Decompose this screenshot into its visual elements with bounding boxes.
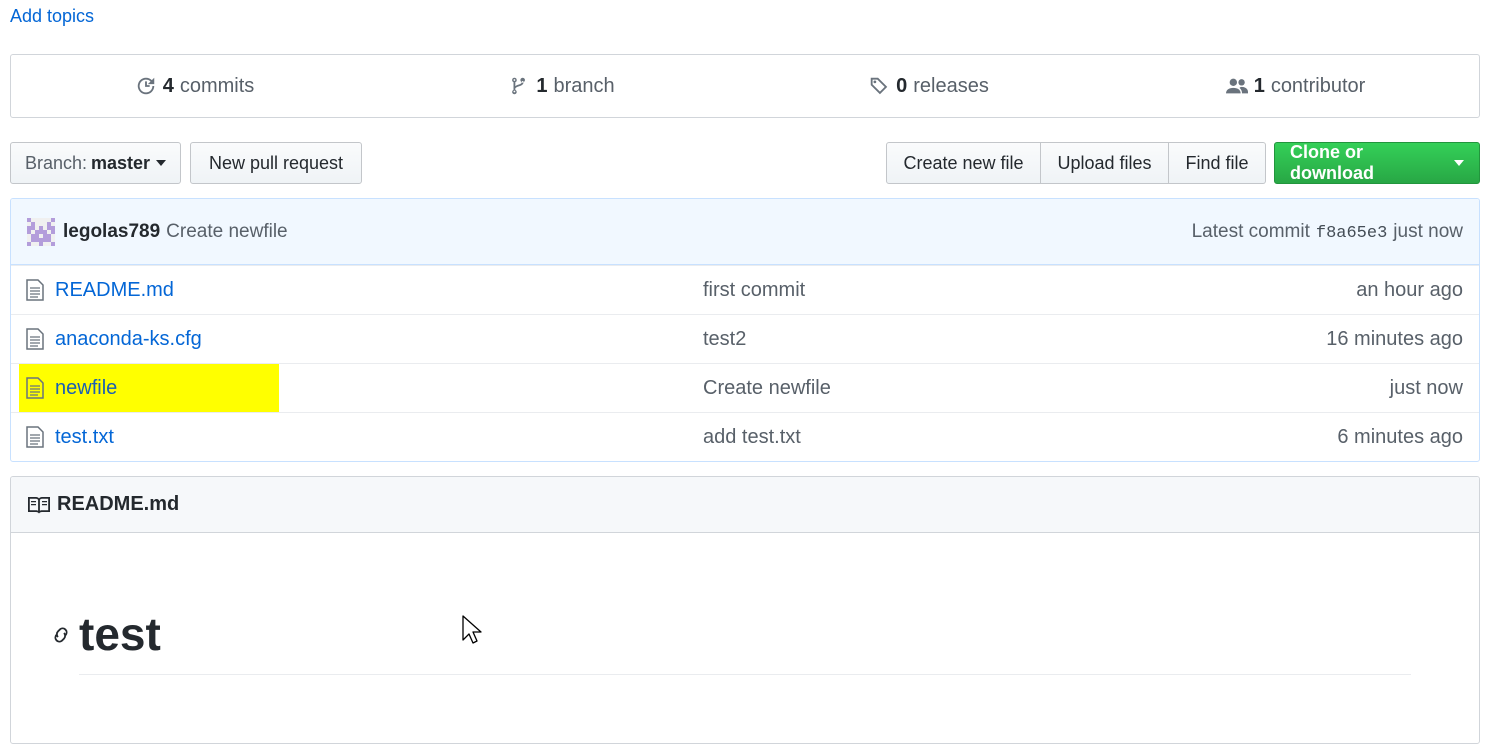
branches-label: branch: [553, 74, 615, 97]
mouse-cursor-icon: [462, 615, 482, 644]
file-age: 16 minutes ago: [1326, 327, 1463, 350]
table-row: test.txt add test.txt 6 minutes ago: [11, 412, 1479, 461]
caret-down-icon: [156, 160, 167, 166]
branch-prefix: Branch:: [24, 152, 87, 173]
file-name-cell: README.md: [19, 266, 279, 314]
commit-sha-link[interactable]: f8a65e3: [1316, 224, 1387, 243]
file-name-cell: test.txt: [19, 413, 279, 461]
branches-stat[interactable]: 1 branch: [378, 55, 745, 117]
releases-count: 0: [896, 74, 908, 97]
releases-stat[interactable]: 0 releases: [745, 55, 1112, 117]
file-age: an hour ago: [1356, 278, 1463, 301]
avatar[interactable]: [27, 217, 55, 246]
book-icon: [28, 496, 50, 513]
latest-commit-time: just now: [1393, 220, 1463, 242]
readme-body: test: [11, 533, 1479, 743]
table-row: anaconda-ks.cfg test2 16 minutes ago: [11, 314, 1479, 363]
new-pull-request-button[interactable]: New pull request: [190, 142, 362, 184]
clone-label: Clone or download: [1290, 142, 1374, 183]
table-row: README.md first commit an hour ago: [11, 265, 1479, 314]
latest-commit-info: Latest commit f8a65e3 just now: [1192, 221, 1463, 243]
commits-count: 4: [162, 74, 174, 97]
heading-divider: [79, 674, 1411, 675]
commit-message-link[interactable]: Create newfile: [166, 221, 287, 243]
file-actions-group: Create new file Upload files Find file: [886, 142, 1266, 184]
repo-summary-bar: 4 commits 1 branch 0 releases 1 contribu…: [10, 54, 1480, 118]
readme-title: README.md: [57, 493, 180, 515]
readme-heading: test: [79, 608, 161, 660]
branch-select-button[interactable]: Branch: master: [10, 142, 181, 184]
contributors-count: 1: [1253, 74, 1265, 97]
commits-label: commits: [179, 74, 255, 97]
branch-name: master: [91, 152, 151, 173]
readme-panel: README.md test: [10, 476, 1480, 744]
file-link[interactable]: README.md: [55, 279, 174, 302]
file-link[interactable]: anaconda-ks.cfg: [55, 328, 202, 351]
file-icon: [26, 328, 44, 350]
file-icon: [26, 426, 44, 448]
git-branch-icon: [512, 77, 526, 95]
file-commit-message[interactable]: test2: [703, 328, 746, 351]
file-link[interactable]: test.txt: [55, 426, 114, 449]
tag-icon: [870, 77, 888, 95]
add-topics-link[interactable]: Add topics: [10, 6, 94, 27]
file-table: legolas789 Create newfile Latest commit …: [10, 198, 1480, 462]
upload-files-button[interactable]: Upload files: [1041, 142, 1169, 184]
file-name-cell: anaconda-ks.cfg: [19, 315, 279, 363]
releases-label: releases: [913, 74, 989, 97]
readme-header: README.md: [11, 477, 1479, 533]
contributors-stat[interactable]: 1 contributor: [1112, 55, 1479, 117]
contributors-label: contributor: [1270, 74, 1366, 97]
file-name-cell-highlighted: newfile: [19, 364, 279, 412]
latest-commit-bar: legolas789 Create newfile Latest commit …: [11, 199, 1479, 265]
table-row: newfile Create newfile just now: [11, 363, 1479, 412]
create-new-file-button[interactable]: Create new file: [886, 142, 1041, 184]
commit-author-link[interactable]: legolas789: [63, 221, 160, 243]
people-icon: [1225, 78, 1248, 94]
file-age: 6 minutes ago: [1337, 425, 1463, 448]
clone-or-download-button[interactable]: Clone or download: [1274, 142, 1480, 184]
file-link[interactable]: newfile: [55, 377, 117, 400]
file-age: just now: [1389, 376, 1463, 399]
branches-count: 1: [536, 74, 548, 97]
find-file-button[interactable]: Find file: [1169, 142, 1266, 184]
history-icon: [137, 77, 154, 95]
commits-stat[interactable]: 4 commits: [11, 55, 378, 117]
file-icon: [26, 377, 44, 399]
file-commit-message[interactable]: first commit: [703, 279, 805, 302]
file-commit-message[interactable]: Create newfile: [703, 377, 831, 400]
file-icon: [26, 279, 44, 301]
latest-commit-prefix: Latest commit: [1191, 220, 1310, 242]
link-icon[interactable]: [49, 623, 73, 647]
file-commit-message[interactable]: add test.txt: [703, 426, 801, 449]
caret-down-icon: [1454, 160, 1464, 166]
